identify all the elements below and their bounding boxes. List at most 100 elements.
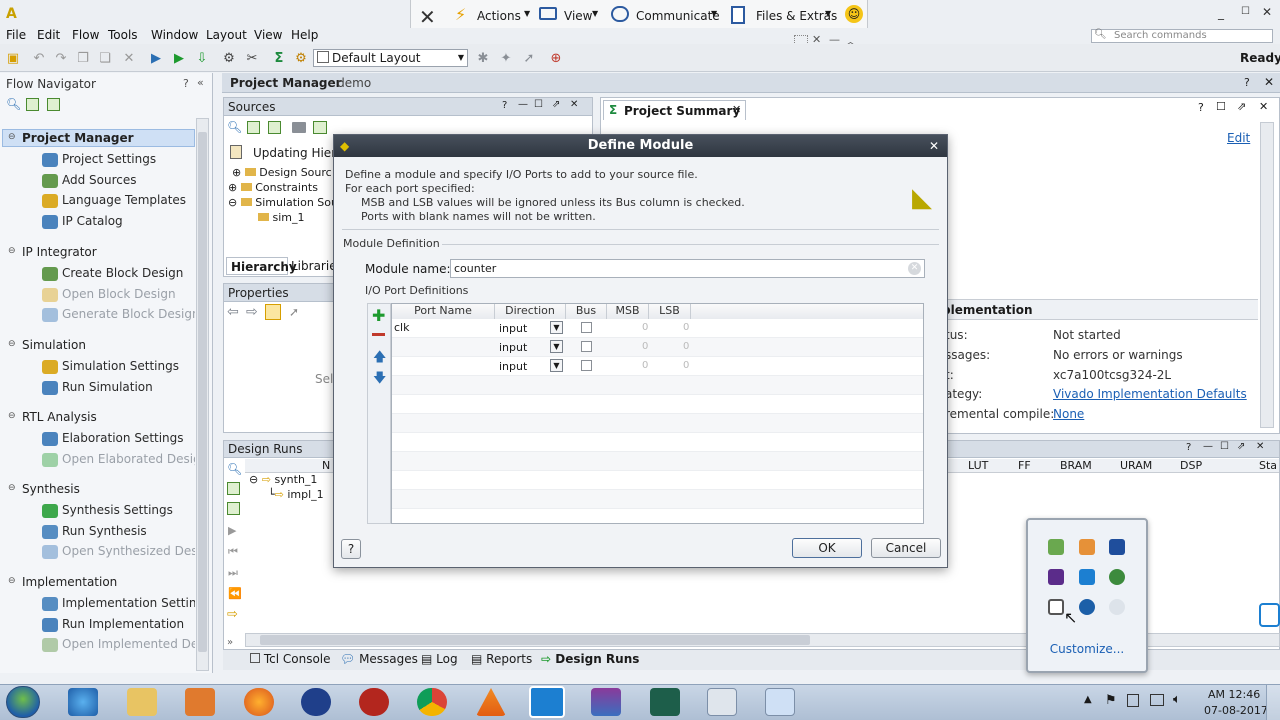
menu-window[interactable]: Window	[151, 28, 198, 42]
volume-icon[interactable]: 🔈︎	[1173, 692, 1181, 707]
runs-close-icon[interactable]: ✕	[1256, 441, 1264, 452]
cancel-button[interactable]: Cancel	[871, 538, 941, 558]
move-up-icon[interactable]: 🡅	[373, 348, 386, 370]
teamviewer-icon[interactable]	[529, 686, 565, 718]
settings-icon[interactable]: ⚙	[220, 50, 238, 66]
media-player-icon[interactable]	[185, 688, 215, 716]
flow-item-open-block-design[interactable]: Open Block Design	[62, 287, 176, 301]
runs-collapse-icon[interactable]	[227, 482, 240, 495]
port-row[interactable]	[392, 395, 923, 414]
summary-float-icon[interactable]: ⇗	[1237, 100, 1246, 113]
pm-help-icon[interactable]: ?	[1244, 76, 1250, 89]
customize-link[interactable]: Customize...	[1028, 642, 1146, 656]
music-icon[interactable]	[650, 688, 680, 716]
winrar-icon[interactable]	[591, 688, 621, 716]
sources-folder-icon[interactable]	[292, 122, 306, 133]
start-button[interactable]	[6, 686, 40, 718]
sources-expand-icon[interactable]	[268, 121, 281, 134]
port-row[interactable]	[392, 452, 923, 471]
lsb-cell[interactable]: 0	[683, 360, 689, 371]
runs-launch-icon[interactable]: ⇨	[227, 607, 238, 622]
run-settings-icon[interactable]: ▶	[147, 50, 165, 66]
summary-tab[interactable]: Σ Project Summary ✕	[603, 100, 746, 120]
port-row[interactable]	[392, 490, 923, 509]
clear-input-icon[interactable]: ✕	[908, 262, 921, 275]
section-toggle-icon[interactable]: ⊖	[8, 411, 16, 421]
move-down-icon[interactable]: 🡇	[373, 369, 386, 391]
tree-sim-1[interactable]: sim_1	[258, 211, 305, 224]
direction-dropdown-icon[interactable]: ▼	[550, 340, 563, 353]
runs-search-icon[interactable]: 🔍︎	[227, 462, 242, 476]
tray-icon-2[interactable]	[1079, 539, 1095, 555]
run-impl-1[interactable]: └⇨ impl_1	[268, 488, 324, 501]
flow-section-simulation[interactable]: Simulation	[22, 338, 86, 352]
firefox-icon[interactable]	[244, 688, 274, 716]
runs-nav-prev-icon[interactable]: ⏮	[228, 545, 238, 559]
ok-button[interactable]: OK	[792, 538, 862, 558]
sources-float-icon[interactable]: ⇗	[552, 99, 560, 110]
summary-tab-close-icon[interactable]: ✕	[732, 103, 741, 116]
module-name-input[interactable]: counter ✕	[450, 259, 925, 278]
overlay-close-icon[interactable]: ✕	[419, 5, 436, 29]
tray-icon-4[interactable]	[1048, 569, 1064, 585]
tray-icon-1[interactable]	[1048, 539, 1064, 555]
summary-scrollbar[interactable]	[1260, 122, 1274, 428]
flow-nav-expand-all-icon[interactable]	[47, 98, 60, 111]
section-toggle-icon[interactable]: ⊖	[8, 483, 16, 493]
runs-expand-icon[interactable]	[227, 502, 240, 515]
debug-icon[interactable]: ⊕	[547, 50, 565, 66]
bus-checkbox[interactable]	[581, 360, 592, 371]
sources-help-icon[interactable]: ?	[502, 100, 507, 111]
flow-section-implementation[interactable]: Implementation	[22, 575, 117, 589]
search-commands-box[interactable]: 🔍︎ Search commands	[1091, 29, 1273, 43]
tab-log[interactable]: ▤ Log	[421, 652, 458, 666]
new-project-icon[interactable]: ▣	[4, 50, 22, 66]
direction-cell[interactable]: input	[499, 360, 527, 373]
flow-nav-collapse-all-icon[interactable]	[26, 98, 39, 111]
summary-row-value[interactable]: Vivado Implementation Defaults	[1053, 387, 1247, 401]
runs-max-icon[interactable]: ☐	[1220, 441, 1229, 452]
prop-back-icon[interactable]: ⇦	[227, 304, 239, 320]
direction-cell[interactable]: input	[499, 322, 527, 335]
tab-libraries[interactable]: Libraries	[291, 259, 333, 273]
runs-nav-next-icon[interactable]: ⏭	[228, 566, 238, 580]
menu-view[interactable]: View	[254, 28, 282, 42]
maximize-button[interactable]: ☐	[1241, 6, 1250, 17]
teamviewer-tray-icon[interactable]	[1079, 569, 1095, 585]
port-row[interactable]	[392, 509, 923, 523]
add-port-icon[interactable]: ✚	[372, 306, 385, 325]
device-icon[interactable]	[1127, 694, 1139, 707]
side-notification-icon[interactable]	[1259, 603, 1280, 627]
tab-tcl-console[interactable]: Tcl Console	[250, 652, 331, 666]
tools-icon[interactable]: ✂	[243, 50, 261, 66]
tray-icon-7[interactable]	[1048, 599, 1064, 615]
runs-nav-last-icon[interactable]: ⏪	[228, 587, 242, 600]
port-row[interactable]	[392, 471, 923, 490]
copy-icon[interactable]: ❐	[74, 50, 92, 66]
flow-item-ip-catalog[interactable]: IP Catalog	[62, 214, 123, 228]
prop-forward-icon[interactable]: ⇨	[246, 304, 258, 320]
flow-item-elaboration-settings[interactable]: Elaboration Settings	[62, 431, 184, 445]
flow-item-synthesis-settings[interactable]: Synthesis Settings	[62, 503, 173, 517]
tab-reports[interactable]: ▤ Reports	[471, 652, 532, 666]
flow-item-run-synthesis[interactable]: Run Synthesis	[62, 524, 147, 538]
menu-edit[interactable]: Edit	[37, 28, 60, 42]
flow-section-rtl-analysis[interactable]: RTL Analysis	[22, 410, 97, 424]
menu-flow[interactable]: Flow	[72, 28, 99, 42]
bus-checkbox[interactable]	[581, 322, 592, 333]
runs-min-icon[interactable]: —	[1203, 441, 1213, 452]
remove-port-icon[interactable]	[372, 333, 385, 336]
menu-file[interactable]: File	[6, 28, 26, 42]
port-row[interactable]: input ▼ 0 0	[392, 338, 923, 357]
flow-item-implementation-settings[interactable]: Implementation Settings	[62, 596, 195, 610]
summary-edit-link[interactable]: Edit	[1227, 131, 1250, 145]
lsb-cell[interactable]: 0	[683, 341, 689, 352]
flow-nav-scroll-thumb[interactable]	[198, 132, 207, 652]
runs-more-icon[interactable]: »	[227, 637, 233, 648]
flow-item-create-block-design[interactable]: Create Block Design	[62, 266, 183, 280]
msb-cell[interactable]: 0	[642, 341, 648, 352]
wifi-icon[interactable]	[1109, 599, 1125, 615]
paste-icon[interactable]: ❏	[96, 50, 114, 66]
direction-dropdown-icon[interactable]: ▼	[550, 359, 563, 372]
runs-hscroll-thumb[interactable]	[260, 635, 810, 645]
